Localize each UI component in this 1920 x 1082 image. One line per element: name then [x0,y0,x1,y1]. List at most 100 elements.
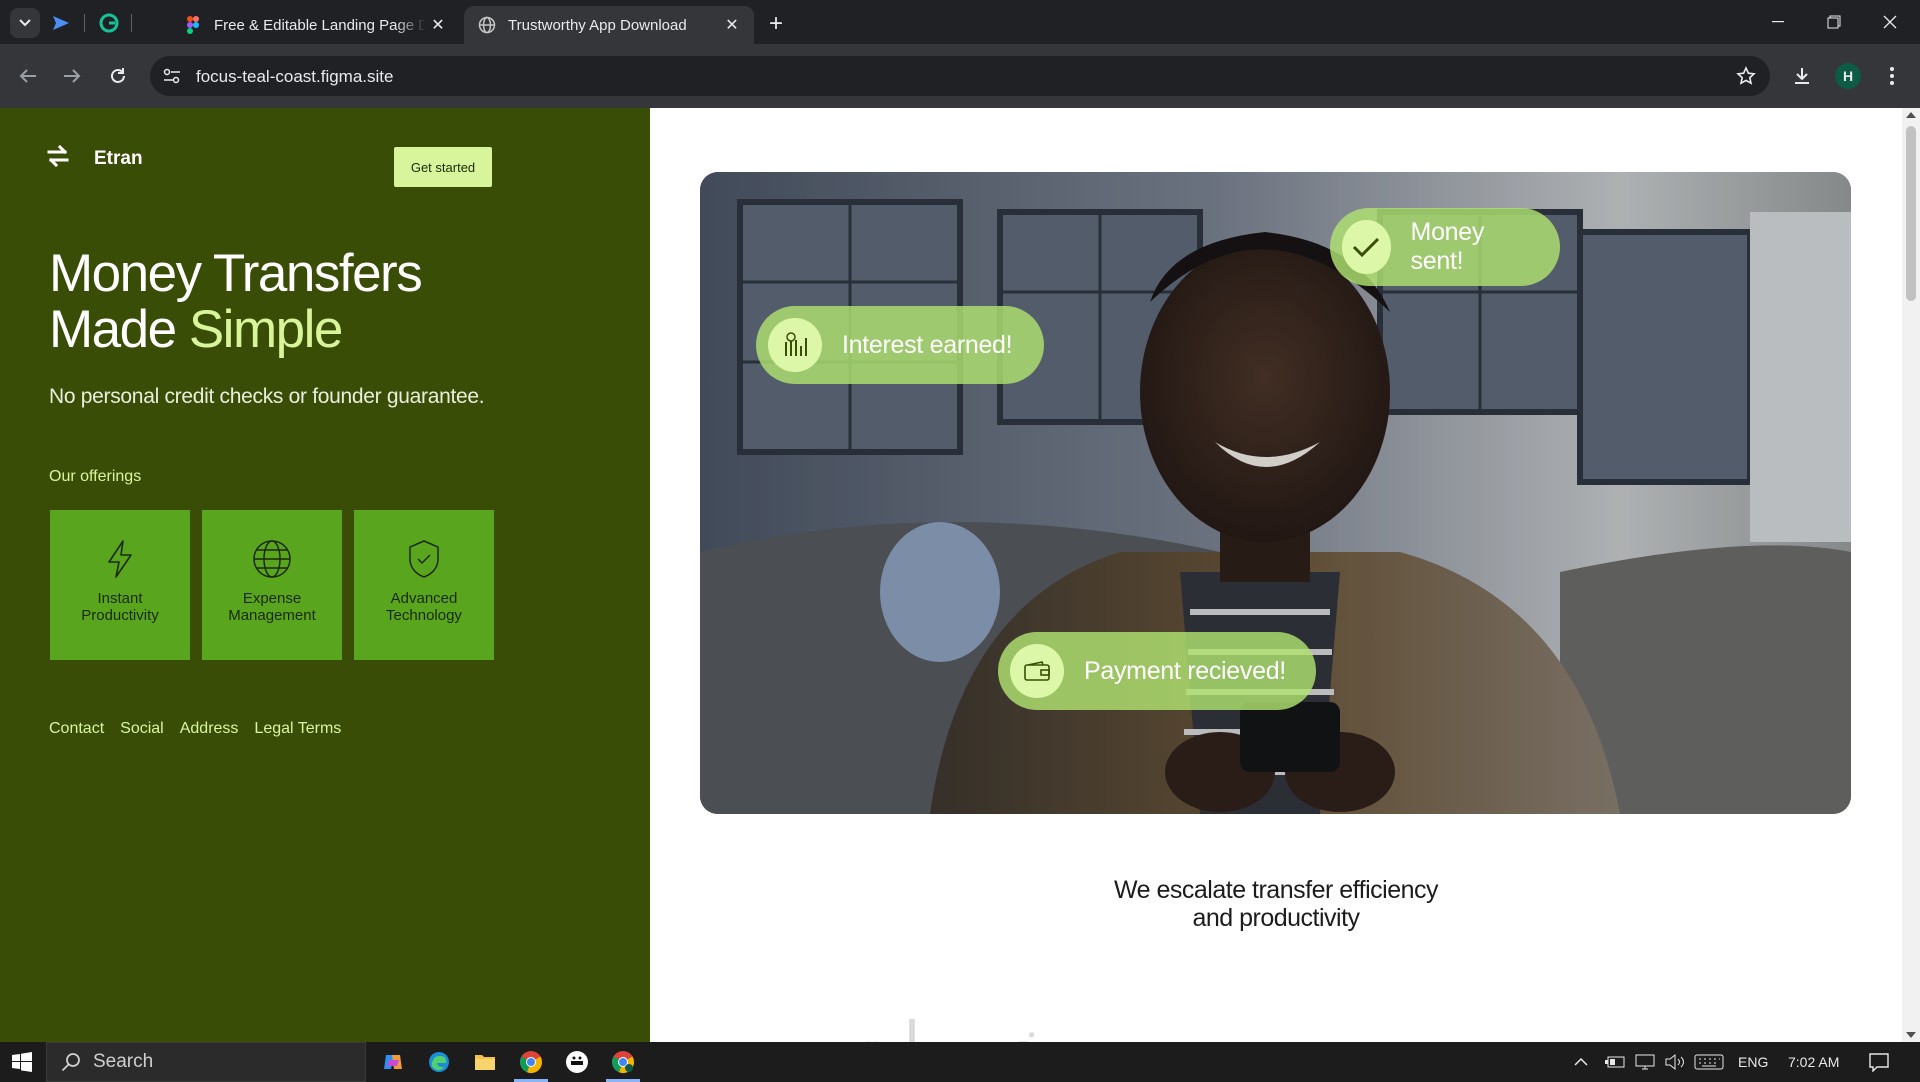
back-arrow-icon [19,69,36,83]
globe-icon [478,16,496,34]
notification-text: Payment recieved! [1084,656,1286,685]
tab-separator [131,14,132,32]
edge-icon [429,1052,449,1072]
chevron-up-icon [1574,1057,1588,1066]
headline-line-2: Made Simple [49,302,421,358]
site-info-icon[interactable] [160,64,184,88]
reload-button[interactable] [102,60,134,92]
left-panel: Etran Get started Money Transfers Made S… [0,108,650,1042]
tab-search-button[interactable] [10,8,40,38]
page-viewport: Etran Get started Money Transfers Made S… [0,108,1920,1042]
hero-image: Money sent! Interest earned! Payment rec… [700,172,1851,814]
footer-links: Contact Social Address Legal Terms [49,720,341,738]
footer-link-legal-terms[interactable]: Legal Terms [254,720,341,738]
offering-card-expense-management[interactable]: Expense Management [202,510,342,660]
taskbar-search-placeholder: Search [93,1051,154,1072]
headline-accent: Simple [188,300,344,359]
windows-logo-icon [12,1052,32,1072]
taskbar-copilot[interactable] [370,1042,416,1082]
start-button[interactable] [0,1042,44,1082]
search-icon [61,1053,80,1072]
minimize-icon [1772,21,1784,23]
subheadline: No personal credit checks or founder gua… [49,385,485,408]
chat-bubble-icon [1869,1053,1889,1072]
clock[interactable]: 7:02 AM [1788,1042,1839,1082]
notification-text: Interest earned! [842,330,1013,359]
tab-trustworthy-app[interactable]: Trustworthy App Download ✕ [464,6,754,44]
keyboard-icon[interactable] [1694,1042,1724,1082]
shield-check-icon [403,538,445,580]
send-arrow-icon [53,16,69,30]
tagline: We escalate transfer efficiency and prod… [650,876,1902,932]
offering-card-advanced-technology[interactable]: Advanced Technology [354,510,494,660]
close-icon [1883,15,1897,29]
footer-link-address[interactable]: Address [180,720,239,738]
close-window-button[interactable] [1862,0,1918,44]
tab-title: Free & Editable Landing Page Design [214,16,426,34]
taskbar-file-explorer[interactable] [462,1042,508,1082]
pinned-tab-arrow[interactable] [50,12,72,34]
forward-arrow-icon [64,69,81,83]
restore-icon [1827,15,1841,29]
network-icon[interactable] [1634,1042,1656,1082]
notification-money-sent: Money sent! [1330,208,1560,286]
brand-name: Etran [94,148,143,169]
bookmark-star-icon[interactable] [1734,64,1758,88]
pinned-tab-grammarly[interactable] [98,12,120,34]
scroll-up-arrow-icon[interactable] [1906,112,1916,118]
taskbar-edge[interactable] [416,1042,462,1082]
downloads-button[interactable] [1786,60,1818,92]
notification-text: Money sent! [1410,218,1485,275]
page-scrollbar[interactable] [1902,108,1920,1042]
figma-icon [184,16,202,34]
kebab-menu-icon [1890,67,1894,85]
url-text[interactable]: focus-teal-coast.figma.site [196,67,393,87]
notifications-button[interactable] [1868,1042,1890,1082]
language-indicator[interactable]: ENG [1738,1042,1768,1082]
windows-taskbar: Search ENG 7:02 AM [0,1042,1920,1082]
watermark: خمسات [845,1008,1052,1042]
forward-button[interactable] [56,60,88,92]
folder-icon [475,1055,495,1070]
bar-chart-icon [768,318,822,372]
back-button[interactable] [12,60,44,92]
battery-icon[interactable] [1604,1042,1626,1082]
get-started-button[interactable]: Get started [394,147,492,187]
tab-landing-page[interactable]: Free & Editable Landing Page Design ✕ [170,6,460,44]
chrome-icon [519,1051,543,1074]
offering-label: Instant Productivity [81,590,159,624]
volume-icon[interactable] [1664,1042,1686,1082]
offering-label: Advanced Technology [386,590,462,624]
taskbar-chrome-profile[interactable] [600,1042,646,1082]
close-tab-icon[interactable]: ✕ [426,13,450,37]
offering-card-instant-productivity[interactable]: Instant Productivity [50,510,190,660]
copilot-icon [384,1055,402,1069]
profile-button[interactable]: H [1832,60,1864,92]
taskbar-search[interactable]: Search [46,1042,366,1082]
right-panel: Money sent! Interest earned! Payment rec… [650,108,1902,1042]
download-icon [1795,68,1809,84]
tab-separator [84,14,85,32]
show-hidden-icons-button[interactable] [1574,1042,1588,1082]
tagline-line-2: and productivity [1192,904,1360,932]
globe-icon [251,538,293,580]
restore-button[interactable] [1806,0,1862,44]
footer-link-contact[interactable]: Contact [49,720,104,738]
scrollbar-thumb[interactable] [1906,126,1916,301]
address-bar[interactable]: focus-teal-coast.figma.site [150,56,1770,96]
browser-toolbar: focus-teal-coast.figma.site H [0,44,1920,108]
app-icon [566,1051,588,1073]
taskbar-chrome[interactable] [508,1042,554,1082]
minimize-button[interactable] [1750,0,1806,44]
notification-interest-earned: Interest earned! [756,306,1044,384]
page-title: Money Transfers Made Simple [49,246,423,358]
wallet-icon [1010,644,1064,698]
scroll-down-arrow-icon[interactable] [1906,1032,1916,1038]
close-tab-icon[interactable]: ✕ [720,13,744,37]
new-tab-button[interactable]: + [762,10,790,38]
chevron-down-icon [19,19,31,27]
browser-menu-button[interactable] [1876,60,1908,92]
taskbar-app-green[interactable] [554,1042,600,1082]
offerings-label: Our offerings [49,468,142,485]
footer-link-social[interactable]: Social [120,720,164,738]
